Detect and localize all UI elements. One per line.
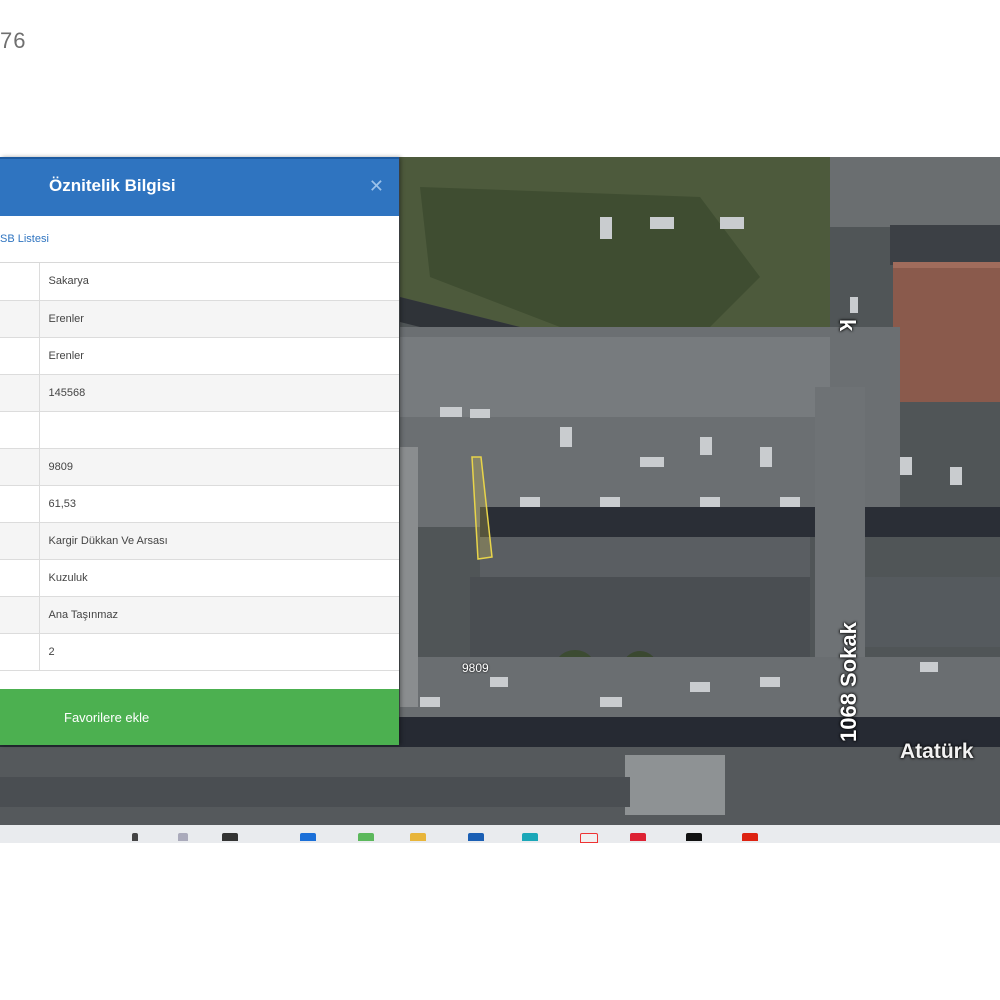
table-row: Ana Taşınmaz <box>0 596 399 634</box>
folder-icon[interactable] <box>178 833 188 841</box>
app-icon[interactable] <box>580 833 598 843</box>
attr-key <box>0 300 40 338</box>
attribute-panel: Öznitelik Bilgisi ✕ SB Listesi Sakarya E… <box>0 157 399 745</box>
files-icon[interactable] <box>410 833 426 841</box>
attr-value: 9809 <box>39 448 399 486</box>
attr-value: Ana Taşınmaz <box>39 596 399 634</box>
attr-key <box>0 263 40 301</box>
sub-link-row: SB Listesi <box>0 216 399 263</box>
attr-key <box>0 448 40 486</box>
attr-key <box>0 411 40 449</box>
pin-icon[interactable] <box>132 833 138 841</box>
table-row: Kargir Dükkan Ve Arsası <box>0 522 399 560</box>
table-row: Erenler <box>0 337 399 375</box>
street-label-1068: 1068 Sokak <box>836 622 861 742</box>
table-row: 9809 <box>0 448 399 486</box>
table-row: 2 <box>0 633 399 671</box>
shield-icon[interactable] <box>468 833 484 841</box>
attr-key <box>0 522 40 560</box>
media-icon[interactable] <box>686 833 702 841</box>
taskbar <box>0 825 1000 843</box>
parcel-label[interactable]: 9809 <box>462 661 489 675</box>
sb-list-link[interactable]: SB Listesi <box>0 233 49 245</box>
edge-icon[interactable] <box>300 833 316 841</box>
street-label-top: k <box>835 319 860 332</box>
attr-key <box>0 596 40 634</box>
attr-key <box>0 337 40 375</box>
attr-value: 2 <box>39 633 399 671</box>
table-row: 61,53 <box>0 485 399 523</box>
chrome-icon[interactable] <box>358 833 374 841</box>
close-icon[interactable]: ✕ <box>369 176 384 196</box>
attr-key <box>0 559 40 597</box>
attr-value: Erenler <box>39 337 399 375</box>
attr-key <box>0 485 40 523</box>
add-to-favorites-label: Favorilere ekle <box>64 710 150 725</box>
attribute-table: Sakarya Erenler Erenler 145568 9809 61,5… <box>0 263 399 671</box>
table-row: Erenler <box>0 300 399 338</box>
attr-value <box>39 411 399 449</box>
attr-value: Kargir Dükkan Ve Arsası <box>39 522 399 560</box>
browser-icon[interactable] <box>522 833 538 841</box>
attr-key <box>0 374 40 412</box>
app-icon[interactable] <box>222 833 238 841</box>
add-to-favorites-button[interactable]: Favorilere ekle <box>0 689 399 745</box>
panel-title: Öznitelik Bilgisi <box>49 176 176 195</box>
panel-header: Öznitelik Bilgisi ✕ <box>0 157 399 216</box>
table-row <box>0 411 399 449</box>
avenue-label: Atatürk <box>900 740 974 763</box>
attr-value: Kuzuluk <box>39 559 399 597</box>
attr-value: Erenler <box>39 300 399 338</box>
attr-value: 61,53 <box>39 485 399 523</box>
table-row: Sakarya <box>0 263 399 301</box>
attr-value: 145568 <box>39 374 399 412</box>
table-row: 145568 <box>0 374 399 412</box>
attr-key <box>0 633 40 671</box>
attr-value: Sakarya <box>39 263 399 301</box>
settings-icon[interactable] <box>742 833 758 841</box>
table-row: Kuzuluk <box>0 559 399 597</box>
mail-icon[interactable] <box>630 833 646 841</box>
page-number: 76 <box>0 28 27 53</box>
